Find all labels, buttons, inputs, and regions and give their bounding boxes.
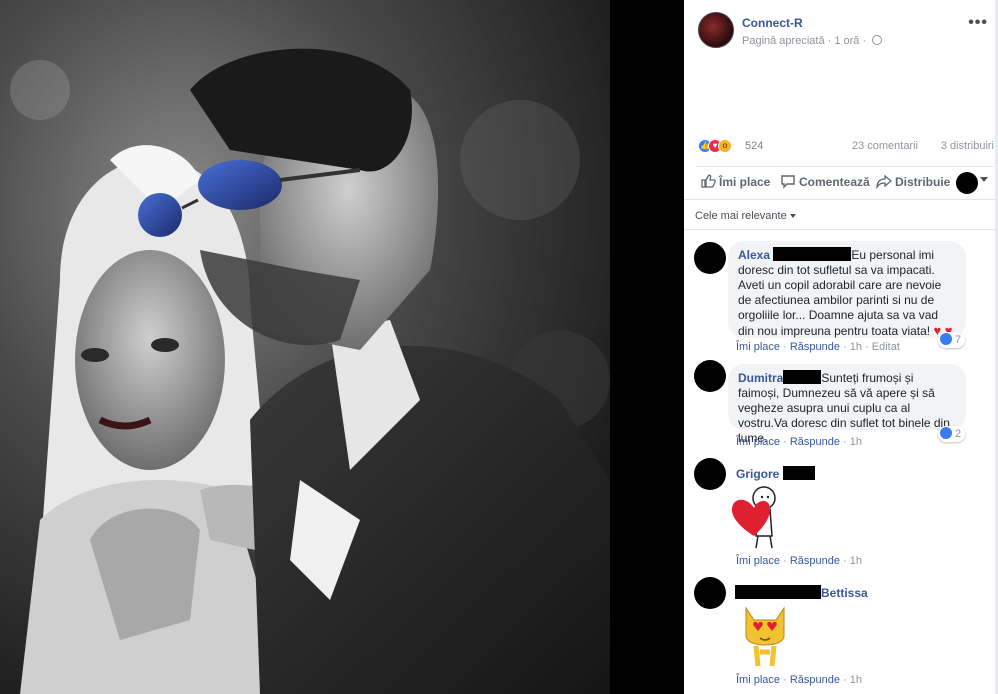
commenter-avatar[interactable] xyxy=(694,577,726,609)
reaction-count: 524 xyxy=(745,140,764,152)
comment-meta: Îmi place · Răspunde · 1h xyxy=(736,674,862,686)
cat-heart-eyes-sticker-icon[interactable] xyxy=(740,602,790,672)
share-dropdown-icon[interactable] xyxy=(980,177,988,182)
page-name-link[interactable]: Connect-R xyxy=(742,16,803,30)
comment-time[interactable]: 1h xyxy=(850,341,862,353)
post-photo[interactable] xyxy=(0,0,684,694)
comment-edited: Editat xyxy=(871,341,900,353)
comment-reply-link[interactable]: Răspunde xyxy=(790,555,840,567)
comment-likes-badge[interactable]: 7 xyxy=(938,332,966,348)
more-icon[interactable]: ••• xyxy=(968,14,988,32)
share-button-label: Distribuie xyxy=(895,175,951,189)
comment-author[interactable]: Alexa xyxy=(738,248,770,262)
commenter-avatar[interactable] xyxy=(694,242,726,274)
page-avatar[interactable] xyxy=(698,12,734,48)
comment-reply-link[interactable]: Răspunde xyxy=(790,341,840,353)
comment-bubble: Dumitra Sunteți frumoși și faimoși, Dumne… xyxy=(728,364,966,445)
comment-like-link[interactable]: Îmi place xyxy=(736,341,780,353)
post-meta-text: Pagină apreciată · 1 oră · xyxy=(742,35,870,47)
redacted-name xyxy=(783,370,822,384)
chevron-down-icon xyxy=(789,214,796,218)
commenter-avatar[interactable] xyxy=(694,458,726,490)
commenter-avatar[interactable] xyxy=(694,360,726,392)
comment-author[interactable]: Grigore xyxy=(736,467,779,481)
photo-image xyxy=(0,0,684,694)
like-reaction-icon xyxy=(940,427,952,439)
comment-meta: Îmi place · Răspunde · 1h xyxy=(736,436,862,448)
shares-count-link[interactable]: 3 distribuiri xyxy=(941,140,994,152)
share-button[interactable]: Distribuie xyxy=(876,173,951,190)
comment-likes-badge[interactable]: 2 xyxy=(938,426,966,442)
comment-meta: Îmi place · Răspunde · 1h · Editat xyxy=(736,341,900,353)
comment-button[interactable]: Comentează xyxy=(780,173,870,189)
action-bar: Îmi place Comentează Distribuie xyxy=(696,166,994,194)
comment-meta: Îmi place · Răspunde · 1h xyxy=(736,555,862,567)
like-button-label: Îmi place xyxy=(719,175,771,189)
comment-time[interactable]: 1h xyxy=(850,674,862,686)
divider xyxy=(684,229,998,230)
post-header: Connect-R Pagină apreciată · 1 oră · ••• xyxy=(698,12,988,52)
wow-reaction-icon: o xyxy=(718,139,732,153)
post-stats: 👍 ♥ o 524 23 comentarii 3 distribuiri xyxy=(698,139,994,155)
comment-likes-count: 7 xyxy=(955,334,962,346)
share-icon xyxy=(876,174,893,190)
share-as-avatar[interactable] xyxy=(956,172,978,194)
like-icon xyxy=(701,174,716,188)
redacted-name xyxy=(773,247,852,261)
comment-reply-link[interactable]: Răspunde xyxy=(790,436,840,448)
heart-sticker-icon[interactable] xyxy=(728,484,788,552)
sort-dropdown[interactable]: Cele mai relevante xyxy=(695,210,796,222)
comment-reply-link[interactable]: Răspunde xyxy=(790,674,840,686)
comment-author-row: Bettissa xyxy=(735,585,868,600)
post-meta: Pagină apreciată · 1 oră · xyxy=(742,35,883,47)
globe-icon xyxy=(872,35,883,45)
comment-bubble: Alexa Eu personal imi doresc din tot suf… xyxy=(728,241,966,338)
comments-count-link[interactable]: 23 comentarii xyxy=(852,140,918,152)
divider xyxy=(684,199,998,200)
comment-like-link[interactable]: Îmi place xyxy=(736,555,780,567)
sort-label: Cele mai relevante xyxy=(695,210,787,222)
like-button[interactable]: Îmi place xyxy=(700,173,770,189)
comment-author[interactable]: Dumitra xyxy=(738,371,783,385)
redacted-name xyxy=(735,585,821,599)
comment-time[interactable]: 1h xyxy=(850,436,862,448)
comment-time[interactable]: 1h xyxy=(850,555,862,567)
comment-button-label: Comentează xyxy=(799,175,870,189)
comment-likes-count: 2 xyxy=(955,428,962,440)
comment-like-link[interactable]: Îmi place xyxy=(736,674,780,686)
comment-author[interactable]: Bettissa xyxy=(821,586,868,600)
redacted-name xyxy=(782,466,815,480)
like-reaction-icon xyxy=(940,333,952,345)
comment-like-link[interactable]: Îmi place xyxy=(736,436,780,448)
comment-author-row: Grigore xyxy=(736,466,815,481)
post-panel: Connect-R Pagină apreciată · 1 oră · •••… xyxy=(684,0,998,694)
comment-icon xyxy=(781,175,795,189)
